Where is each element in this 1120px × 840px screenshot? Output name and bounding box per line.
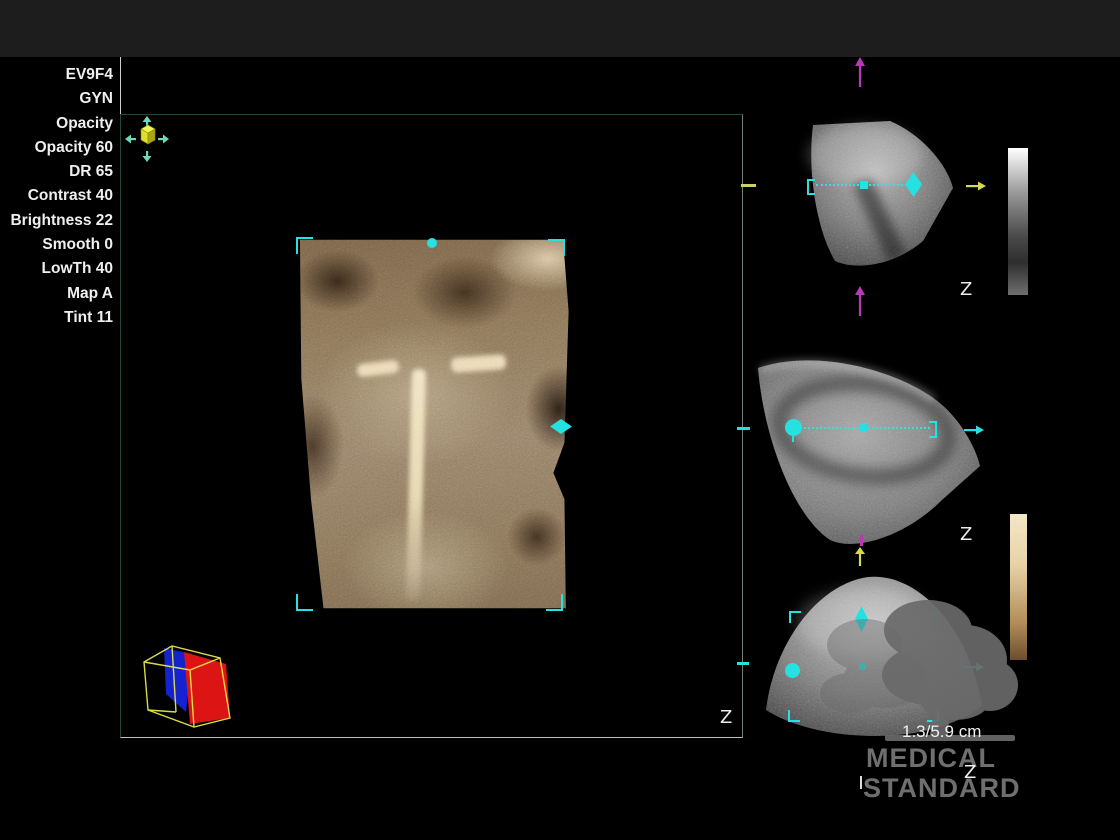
panel-b-center-handle[interactable] <box>859 424 867 432</box>
panel-a-viewport[interactable] <box>795 113 965 273</box>
roi-bracket-top-left[interactable] <box>296 237 313 254</box>
panel-b-bottom-plane-tick[interactable] <box>860 535 863 546</box>
move-tool-icon[interactable] <box>125 116 169 162</box>
sidebar-item-tint: Tint 11 <box>0 306 116 330</box>
watermark-text-line1: MEDICAL <box>866 745 996 772</box>
parameter-sidebar: EV9F4 GYN Opacity Opacity 60 DR 65 Contr… <box>0 63 116 330</box>
sidebar-item-probe: EV9F4 <box>0 63 116 87</box>
panel-b-caliper-circle[interactable] <box>785 419 802 436</box>
top-letterbox-strip <box>0 0 1120 57</box>
main-plane-label: Z <box>720 707 732 728</box>
panel-a-left-axis-marker[interactable] <box>741 184 756 187</box>
panel-c-bottom-tick <box>860 776 862 789</box>
sidebar-item-map: Map A <box>0 282 116 306</box>
panel-a-right-arrow[interactable] <box>966 181 986 191</box>
panel-a-bottom-plane-arrow[interactable] <box>854 286 866 318</box>
panel-a-center-handle[interactable] <box>860 181 868 189</box>
panel-b-caliper-close-bracket[interactable] <box>929 421 937 438</box>
panel-a-caliper-open-bracket[interactable] <box>807 179 815 195</box>
roi-top-handle-dot[interactable] <box>427 238 437 248</box>
volume-render-image[interactable] <box>293 236 570 612</box>
roi-bracket-bottom-right[interactable] <box>546 594 563 611</box>
sidebar-item-dr: DR 65 <box>0 160 116 184</box>
panel-b-measure-dotted-line[interactable] <box>804 427 930 429</box>
panel-b-viewport[interactable] <box>746 348 986 558</box>
sidebar-item-lowth: LowTh 40 <box>0 257 116 281</box>
roi-bracket-bottom-left[interactable] <box>296 594 313 611</box>
sidebar-item-brightness: Brightness 22 <box>0 209 116 233</box>
ultrasound-screen: EV9F4 GYN Opacity Opacity 60 DR 65 Contr… <box>0 0 1120 840</box>
panel-b-left-axis-marker[interactable] <box>737 427 750 430</box>
sidebar-item-contrast: Contrast 40 <box>0 184 116 208</box>
sidebar-item-preset: GYN <box>0 87 116 111</box>
panel-b-right-arrow[interactable] <box>964 425 984 435</box>
panel-a-top-plane-arrow[interactable] <box>854 57 866 89</box>
panel-a-plane-label: Z <box>960 279 972 300</box>
grayscale-map-bar <box>1008 148 1028 295</box>
panel-b-plane-label: Z <box>960 524 972 545</box>
panel-c-left-axis-marker[interactable] <box>737 662 749 665</box>
render-speckle-texture <box>293 236 570 612</box>
panel-b-caliper-circle-tail <box>792 436 794 442</box>
panel-c-plane-label: Z <box>964 762 976 783</box>
sidebar-item-smooth: Smooth 0 <box>0 233 116 257</box>
orientation-cube-icon[interactable] <box>134 634 239 729</box>
sidebar-item-opacity: Opacity <box>0 112 116 136</box>
panel-c-top-plane-arrow[interactable] <box>854 547 866 567</box>
roi-bracket-top-right[interactable] <box>548 239 565 256</box>
sidebar-item-opacity-60: Opacity 60 <box>0 136 116 160</box>
watermark-text-line2: STANDARD <box>863 775 1021 802</box>
measurement-readout: 1.3/5.9 cm <box>902 722 981 742</box>
